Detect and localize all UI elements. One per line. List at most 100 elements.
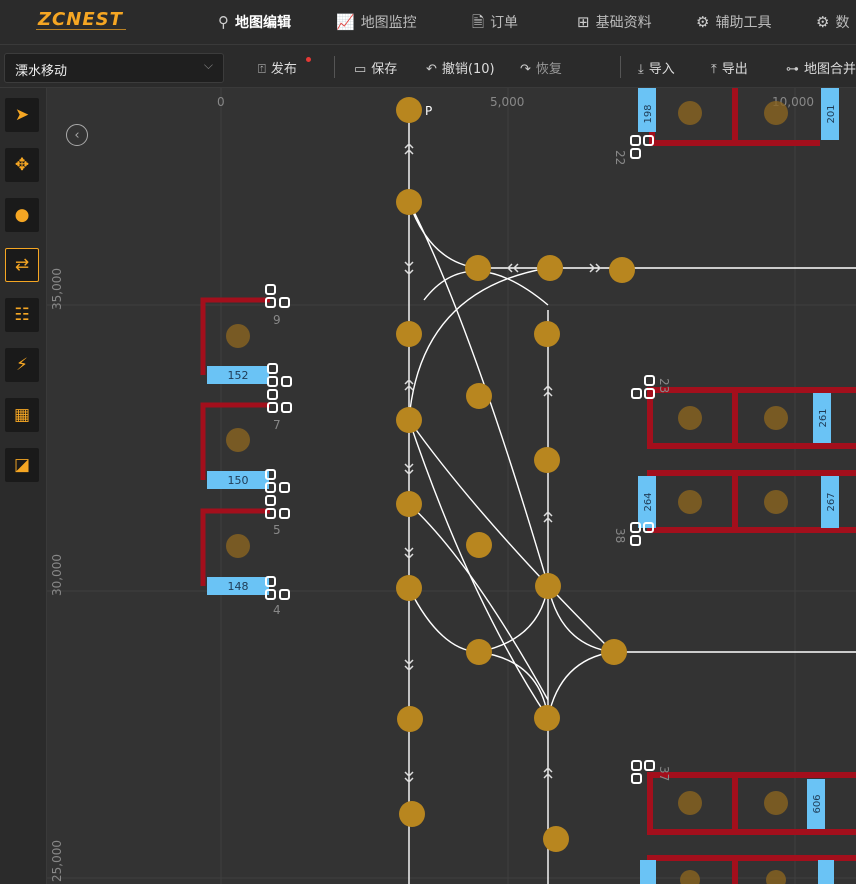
move-tool[interactable]: ✥ (5, 148, 39, 182)
nav-map-monitor[interactable]: 📈 地图监控 (336, 12, 417, 32)
rack-marker (226, 534, 250, 558)
path-node[interactable] (396, 97, 422, 123)
nav-label: 地图编辑 (235, 15, 291, 31)
nav-orders[interactable]: 🗎 订单 (472, 12, 518, 37)
charger-icon: ⚡ (16, 355, 28, 375)
chevron-left-icon: ‹ (74, 127, 80, 143)
collapse-button[interactable]: ‹ (66, 124, 88, 146)
gear-icon: ⚙ (696, 13, 710, 31)
import-label: 导入 (648, 62, 675, 77)
select-tool[interactable]: ➤ (5, 98, 39, 132)
nav-data[interactable]: ⚙ 数 (816, 12, 849, 32)
right-rack-group: 198 201 261 264 267 606 22 23 38 37 (613, 88, 856, 884)
nav-label: 辅助工具 (715, 15, 772, 31)
path-node[interactable] (396, 189, 422, 215)
path-node[interactable] (396, 321, 422, 347)
path-node[interactable] (396, 491, 422, 517)
rack-label: 38 (613, 528, 627, 543)
path-tool[interactable]: ⇄ (5, 248, 39, 282)
slot-number: 267 (826, 492, 837, 511)
path-nodes (396, 97, 635, 852)
undo-button[interactable]: ↶ 撤销(10) (426, 58, 495, 77)
qr-icon (265, 284, 292, 600)
x-tick: 5,000 (490, 95, 524, 109)
map-select-value: 溧水移动 (15, 64, 68, 79)
slot-number: 152 (228, 369, 249, 382)
path-node[interactable] (534, 705, 560, 731)
area-tool[interactable]: ◪ (5, 448, 39, 482)
axis-labels: 0 5,000 10,000 35,000 30,000 25,000 (50, 95, 814, 882)
path-node[interactable] (396, 407, 422, 433)
slot-number: 261 (818, 408, 829, 427)
rack-label: 5 (273, 523, 281, 537)
x-tick: 0 (217, 95, 225, 109)
path-node[interactable] (534, 447, 560, 473)
map-svg: 0 5,000 10,000 35,000 30,000 25,000 152 … (47, 88, 856, 884)
logo-underline (36, 29, 126, 30)
direction-arrows (404, 142, 602, 784)
save-icon: ▭ (354, 62, 367, 77)
save-button[interactable]: ▭ 保存 (354, 58, 397, 77)
redo-icon: ↷ (520, 62, 531, 77)
grid-tool[interactable]: ▦ (5, 398, 39, 432)
nav-map-edit[interactable]: ⚲ 地图编辑 (218, 12, 291, 32)
slot-number: 198 (643, 104, 654, 123)
merge-label: 地图合并 (804, 62, 856, 77)
path-node[interactable] (601, 639, 627, 665)
cursor-icon: ➤ (14, 105, 30, 125)
path-node[interactable] (537, 255, 563, 281)
slot-number: 201 (826, 104, 837, 123)
path-node[interactable] (465, 255, 491, 281)
merge-icon: ⊶ (786, 62, 799, 77)
path-node[interactable] (397, 706, 423, 732)
publish-button[interactable]: ⍐ 发布 (258, 58, 297, 77)
rack-label: 23 (657, 378, 671, 393)
charger-tool[interactable]: ⚡ (5, 348, 39, 382)
path-node[interactable] (535, 573, 561, 599)
merge-button[interactable]: ⊶ 地图合并 (786, 58, 856, 77)
export-icon: ⤒ (711, 62, 717, 77)
nav-label: 地图监控 (360, 15, 417, 31)
nav-label: 基础资料 (595, 15, 652, 31)
pin-icon: ⚲ (218, 13, 229, 31)
map-canvas[interactable]: 0 5,000 10,000 35,000 30,000 25,000 152 … (47, 88, 856, 884)
left-rack-group: 152 150 148 9 7 5 4 (200, 284, 292, 617)
slot-number: 150 (228, 474, 249, 487)
rack-label: 9 (273, 313, 281, 327)
publish-label: 发布 (270, 62, 297, 77)
import-button[interactable]: ⤓ 导入 (638, 58, 675, 77)
path-node[interactable] (543, 826, 569, 852)
point-label: P (425, 104, 432, 118)
nav-label: 数 (835, 15, 850, 31)
import-icon: ⤓ (638, 62, 644, 77)
toolbar: 溧水移动 ⌵ ⍐ 发布 ▭ 保存 ↶ 撤销(10) ↷ 恢复 ⤓ 导入 ⤒ 导出 ⊶ 地图合并 (0, 45, 856, 88)
shelf-tool[interactable]: ☷ (5, 298, 39, 332)
path-node[interactable] (396, 575, 422, 601)
save-label: 保存 (371, 62, 398, 77)
path-node[interactable] (466, 532, 492, 558)
path-node[interactable] (399, 801, 425, 827)
y-tick: 35,000 (50, 268, 64, 310)
tool-sidebar: ➤ ✥ ● ⇄ ☷ ⚡ ▦ ◪ (0, 88, 47, 884)
path-node[interactable] (466, 639, 492, 665)
path-node[interactable] (534, 321, 560, 347)
redo-button[interactable]: ↷ 恢复 (520, 58, 562, 77)
qr-icon (630, 135, 655, 784)
nav-basic-data[interactable]: ⊞ 基础资料 (577, 12, 652, 32)
undo-icon: ↶ (426, 62, 437, 77)
rack-label: 22 (613, 150, 627, 165)
path-node[interactable] (609, 257, 635, 283)
divider (334, 56, 335, 78)
grid-icon: ▦ (13, 405, 31, 425)
export-label: 导出 (721, 62, 748, 77)
point-tool[interactable]: ● (5, 198, 39, 232)
map-select[interactable]: 溧水移动 ⌵ (4, 53, 224, 83)
area-icon: ◪ (13, 455, 31, 475)
export-button[interactable]: ⤒ 导出 (711, 58, 748, 77)
divider (620, 56, 621, 78)
path-node[interactable] (466, 383, 492, 409)
file-icon: 🗎 (472, 13, 485, 31)
logo: ZCNEST (38, 9, 123, 30)
undo-label: 撤销(10) (441, 62, 495, 77)
nav-tools[interactable]: ⚙ 辅助工具 (696, 12, 771, 32)
